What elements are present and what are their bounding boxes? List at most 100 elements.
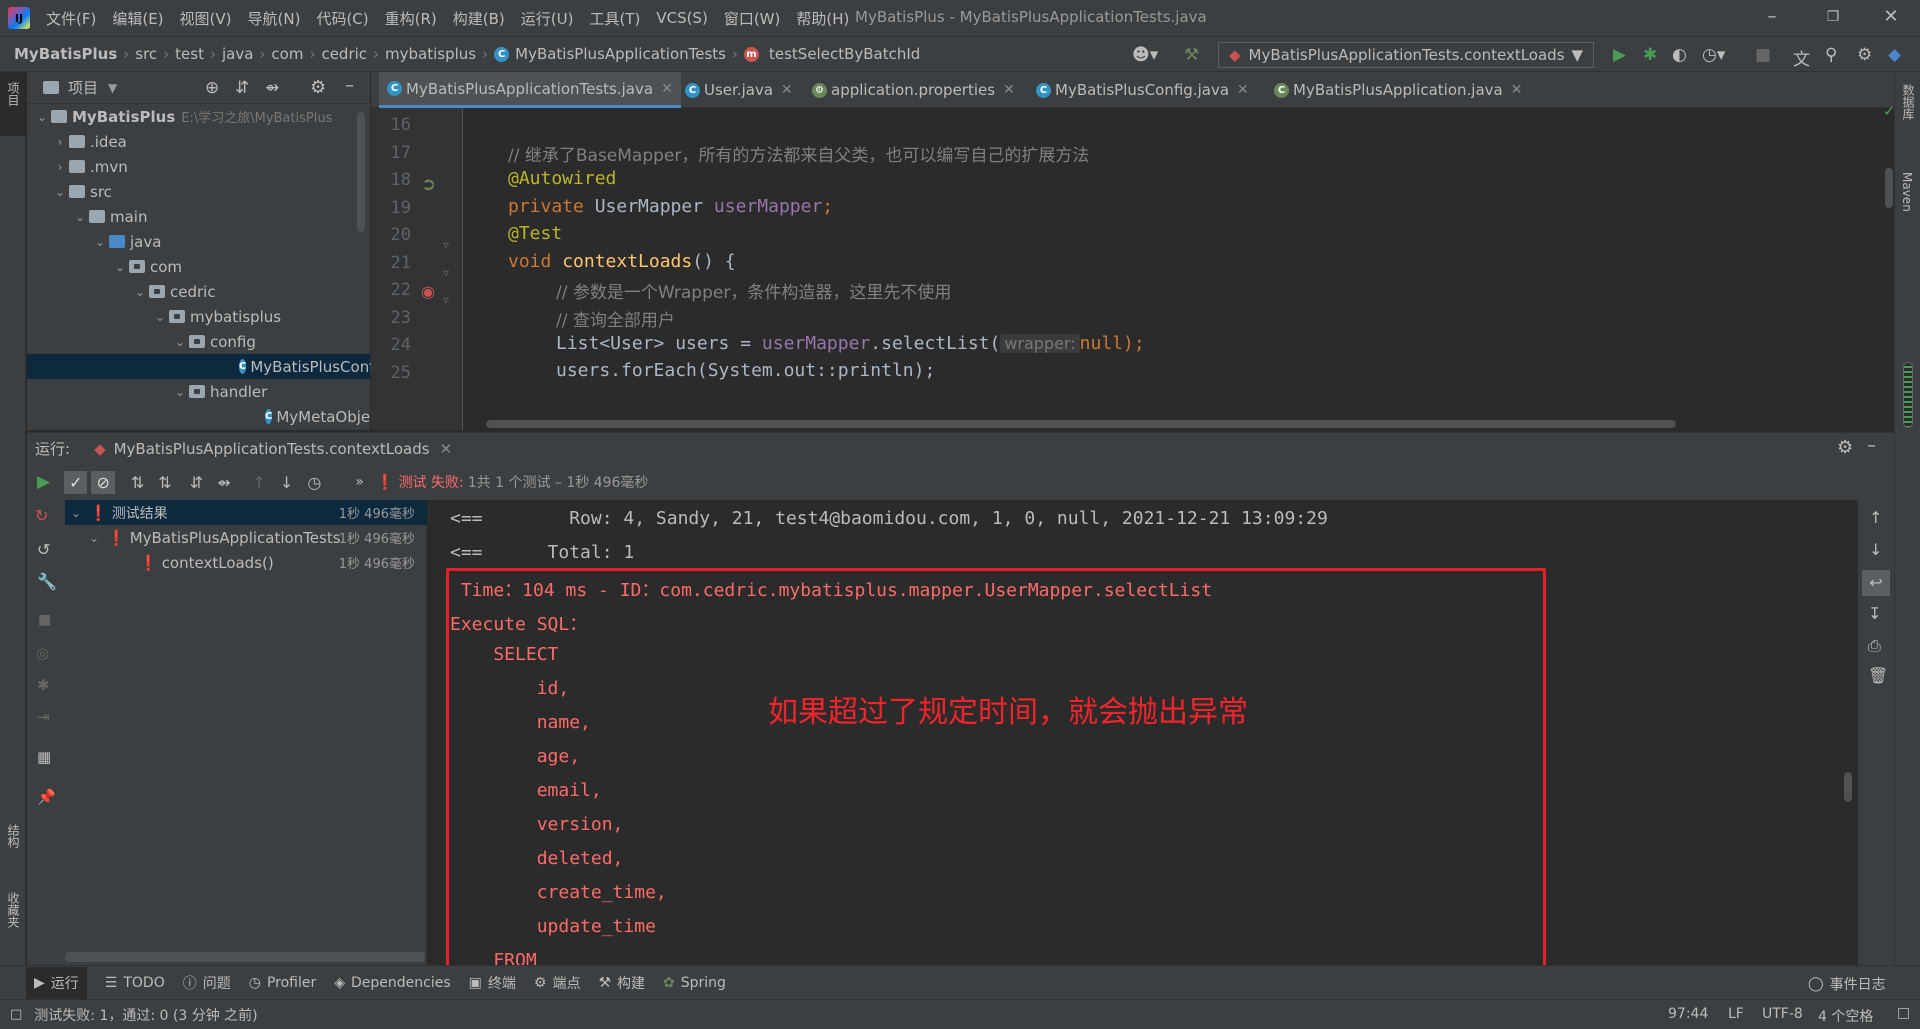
test-tree-scrollbar[interactable] (65, 952, 425, 962)
scroll-down-icon[interactable]: ↓ (1869, 540, 1882, 559)
hide-panel-icon[interactable]: – (1867, 435, 1876, 456)
console-output[interactable]: <== Row: 4, Sandy, 21, test4@baomidou.co… (428, 500, 1858, 965)
print-icon[interactable]: ⎙ (1868, 636, 1881, 656)
run-test-failed-icon[interactable]: ◉ (421, 282, 435, 301)
bottom-tab-run[interactable]: ▶ 运行 (26, 966, 87, 999)
coverage-icon[interactable]: ◐ (1672, 45, 1687, 65)
clear-trash-icon[interactable]: 🗑 (1868, 666, 1888, 685)
close-icon[interactable]: ✕ (1511, 82, 1523, 98)
search-icon[interactable]: ⚲ (1825, 45, 1837, 65)
caret-position[interactable]: 97:44 (1668, 1006, 1708, 1022)
close-icon[interactable]: ✕ (781, 82, 793, 98)
tree-item-src[interactable]: ⌄ src (51, 179, 112, 204)
stop-icon[interactable]: ■ (1755, 45, 1771, 65)
close-window-icon[interactable]: ✕ (1876, 6, 1906, 27)
tree-item-mybatisplus[interactable]: ⌄ mybatisplus (151, 304, 281, 329)
tree-item-handler[interactable]: ⌄ handler (171, 379, 267, 404)
tab-application-properties[interactable]: ⚙ application.properties ✕ (804, 72, 1023, 108)
breadcrumb-test[interactable]: test (175, 45, 204, 63)
menu-window[interactable]: 窗口(W) (724, 8, 781, 29)
lock-icon[interactable]: □ (1897, 1005, 1910, 1021)
breadcrumb-mybatisplus[interactable]: mybatisplus (385, 45, 476, 63)
indent-setting[interactable]: 4 个空格 (1818, 1006, 1873, 1026)
tree-item-idea[interactable]: › .idea (51, 129, 127, 154)
breadcrumb-class[interactable]: MyBatisPlusApplicationTests (515, 45, 726, 63)
profiler-icon[interactable]: ◷▾ (1702, 45, 1725, 65)
history-icon[interactable]: ◷ (307, 473, 321, 492)
debug-icon[interactable]: ✱ (1643, 45, 1657, 65)
line-separator[interactable]: LF (1728, 1006, 1744, 1022)
memory-indicator[interactable] (1903, 362, 1913, 428)
build-hammer-icon[interactable]: ⚒ (1184, 45, 1199, 65)
hide-panel-icon[interactable]: – (345, 75, 354, 96)
tree-item-main[interactable]: ⌄ main (71, 204, 148, 229)
stop-icon[interactable]: ■ (38, 612, 51, 628)
test-tree-root[interactable]: ⌄ ❗ 测试结果 1秒 496毫秒 (65, 500, 427, 525)
breadcrumb-com[interactable]: com (271, 45, 303, 63)
next-failed-icon[interactable]: ↓ (280, 473, 293, 492)
tab-mybatisplusapplication[interactable]: C MyBatisPlusApplication.java ✕ (1266, 72, 1530, 108)
run-icon[interactable]: ▶ (1613, 45, 1626, 65)
bottom-tab-problems[interactable]: ⓘ 问题 (183, 973, 231, 993)
bottom-tab-spring[interactable]: ✿ Spring (663, 975, 726, 991)
test-tree-class[interactable]: ⌄ ❗ MyBatisPlusApplicationTests 1秒 496毫秒 (85, 525, 427, 550)
breadcrumb-method[interactable]: testSelectByBatchId (769, 45, 920, 63)
pin-icon[interactable]: 📌 (37, 788, 56, 806)
bottom-tab-endpoints[interactable]: ⚙ 端点 (534, 973, 581, 993)
sort-alpha-icon[interactable]: ⇅ (131, 473, 144, 492)
breadcrumb-project[interactable]: MyBatisPlus (14, 45, 117, 63)
menu-navigate[interactable]: 导航(N) (248, 8, 301, 29)
chevron-down-icon[interactable]: ▼ (108, 81, 117, 95)
test-tree-method[interactable]: ❗ contextLoads() 1秒 496毫秒 (139, 550, 427, 575)
rerun-icon[interactable]: ▶ (37, 472, 50, 492)
menu-edit[interactable]: 编辑(E) (112, 8, 163, 29)
menu-refactor[interactable]: 重构(R) (385, 8, 437, 29)
wrench-icon[interactable]: 🔧 (37, 572, 57, 591)
tab-user[interactable]: C User.java ✕ (677, 72, 801, 108)
project-scrollbar[interactable] (357, 112, 365, 232)
menu-run[interactable]: 运行(U) (521, 8, 574, 29)
settings-gear-icon[interactable]: ⚙ (1837, 437, 1853, 458)
translate-icon[interactable]: 文 (1793, 45, 1810, 70)
tree-item-cedric[interactable]: ⌄ cedric (131, 279, 216, 304)
scroll-to-end-icon[interactable]: ↧ (1868, 604, 1881, 623)
tree-item-com[interactable]: ⌄ com (111, 254, 182, 279)
collapse-all-icon[interactable]: ⇴ (217, 473, 230, 492)
expand-all-icon[interactable]: ⇵ (190, 473, 203, 492)
scrollbar-thumb[interactable] (1885, 168, 1893, 208)
breadcrumb-java[interactable]: java (222, 45, 253, 63)
run-tab[interactable]: MyBatisPlusApplicationTests.contextLoads (114, 440, 430, 458)
code-editor[interactable]: // 继承了BaseMapper，所有的方法都来自父类，也可以编写自己的扩展方法… (464, 108, 1882, 430)
project-panel-title[interactable]: 项目 (68, 77, 98, 98)
run-config-selector[interactable]: ◆ MyBatisPlusApplicationTests.contextLoa… (1218, 42, 1594, 68)
database-tool-tab[interactable]: 数据库 (1900, 84, 1917, 120)
close-icon[interactable]: ✕ (440, 440, 453, 458)
bottom-tab-terminal[interactable]: ▣ 终端 (469, 973, 516, 993)
close-icon[interactable]: ✕ (661, 81, 673, 97)
snapshot-icon[interactable]: ◎ (36, 644, 49, 662)
favorites-tool-tab[interactable]: 收藏夹 (5, 892, 22, 928)
file-encoding[interactable]: UTF-8 (1762, 1006, 1803, 1022)
fold-icon[interactable]: ▿ (443, 293, 449, 307)
menu-code[interactable]: 代码(C) (316, 8, 368, 29)
show-passed-icon[interactable]: ✓ (64, 470, 88, 494)
tab-mybatisplusapplicationtests[interactable]: C MyBatisPlusApplicationTests.java ✕ (379, 72, 681, 108)
settings-gear-icon[interactable]: ⚙ (310, 77, 326, 98)
tab-mybatisplusconfig[interactable]: C MyBatisPlusConfig.java ✕ (1028, 72, 1257, 108)
expand-all-icon[interactable]: ⇵ (235, 78, 249, 98)
close-icon[interactable]: ✕ (1003, 82, 1015, 98)
settings-gear-icon[interactable]: ⚙ (1857, 45, 1872, 65)
tree-item-config[interactable]: ⌄ config (171, 329, 256, 354)
tree-item-java[interactable]: ⌄ java (91, 229, 161, 254)
sort-duration-icon[interactable]: ⇅ (158, 473, 171, 492)
maven-tool-tab[interactable]: Maven (1900, 172, 1914, 212)
debugger-icon[interactable]: ✱ (37, 676, 50, 694)
prev-failed-icon[interactable]: ↑ (253, 473, 266, 492)
toolbox-icon[interactable]: ◆ (1888, 45, 1901, 65)
layout-icon[interactable]: ▦ (37, 748, 51, 766)
toggle-auto-test-icon[interactable]: ↺ (37, 540, 50, 559)
user-icon[interactable]: ☻▾ (1132, 45, 1158, 65)
minimize-icon[interactable]: – (1757, 6, 1787, 27)
tree-item-mybatisplusconfig[interactable]: C MyBatisPlusConfig (27, 354, 388, 379)
fold-icon[interactable]: ▿ (443, 238, 449, 252)
